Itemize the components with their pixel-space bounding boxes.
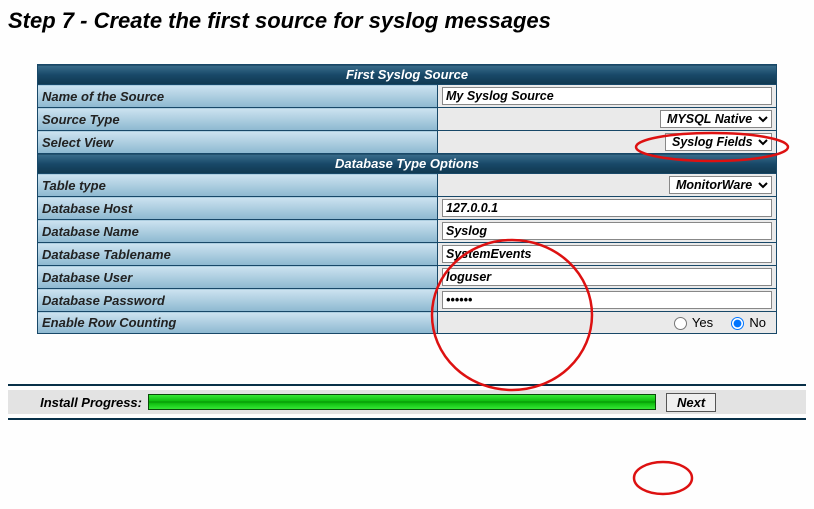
label-db-tablename: Database Tablename: [38, 243, 438, 266]
annotation-circle-next: [631, 459, 695, 497]
input-db-name[interactable]: [442, 222, 772, 240]
radio-rowcount-no-label: No: [749, 315, 766, 330]
label-name-of-source: Name of the Source: [38, 85, 438, 108]
install-progress-footer: Install Progress: Next: [8, 384, 806, 420]
input-db-host[interactable]: [442, 199, 772, 217]
label-select-view: Select View: [38, 131, 438, 154]
section-header-db-options: Database Type Options: [38, 154, 777, 174]
input-db-tablename[interactable]: [442, 245, 772, 263]
input-db-user[interactable]: [442, 268, 772, 286]
input-name-of-source[interactable]: [442, 87, 772, 105]
label-db-name: Database Name: [38, 220, 438, 243]
input-db-password[interactable]: [442, 291, 772, 309]
label-db-host: Database Host: [38, 197, 438, 220]
label-table-type: Table type: [38, 174, 438, 197]
label-source-type: Source Type: [38, 108, 438, 131]
next-button[interactable]: Next: [666, 393, 716, 412]
select-table-type[interactable]: MonitorWare: [669, 176, 772, 194]
config-form-table: First Syslog Source Name of the Source S…: [37, 64, 777, 334]
radio-rowcount-no[interactable]: [731, 317, 744, 330]
install-progress-label: Install Progress:: [8, 395, 148, 410]
page-title: Step 7 - Create the first source for sys…: [8, 8, 806, 34]
label-db-password: Database Password: [38, 289, 438, 312]
select-view[interactable]: Syslog Fields: [665, 133, 772, 151]
label-enable-row-counting: Enable Row Counting: [38, 312, 438, 334]
section-header-first-source: First Syslog Source: [38, 65, 777, 85]
install-progress-bar: [148, 394, 656, 410]
label-db-user: Database User: [38, 266, 438, 289]
radio-rowcount-yes[interactable]: [674, 317, 687, 330]
radio-rowcount-yes-label: Yes: [692, 315, 713, 330]
select-source-type[interactable]: MYSQL Native: [660, 110, 772, 128]
